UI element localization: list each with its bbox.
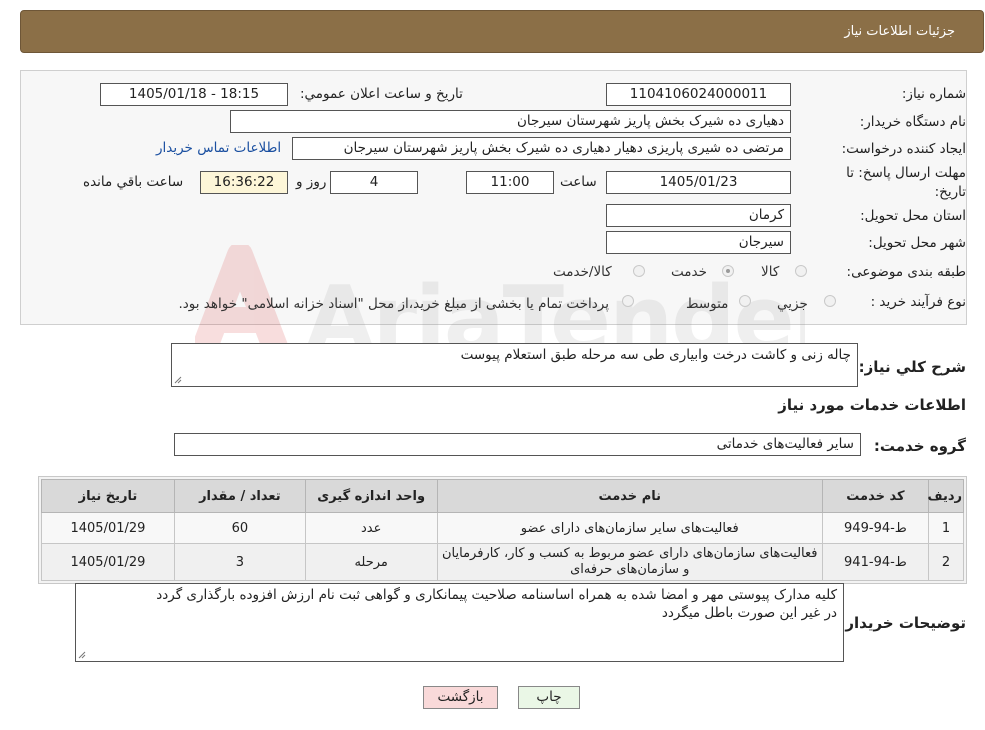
province-field: کرمان xyxy=(606,204,791,227)
purchase-option-medium: متوسط xyxy=(686,296,729,312)
announce-datetime-label: تاریخ و ساعت اعلان عمومي: xyxy=(300,86,463,102)
province-label: استان محل تحویل: xyxy=(860,208,966,224)
cell-unit: عدد xyxy=(304,512,438,544)
service-group-field: سایر فعالیت‌های خدماتی xyxy=(174,433,861,456)
cell-service-name: فعالیت‌های سایر سازمان‌های دارای عضو xyxy=(436,512,823,544)
cell-need-date: 1405/01/29 xyxy=(41,543,175,581)
deadline-date-field: 1405/01/23 xyxy=(606,171,791,194)
category-radio-goods[interactable] xyxy=(795,265,807,277)
need-number-label: شماره نیاز: xyxy=(901,86,966,102)
buyer-notes-line-1: کلیه مدارک پیوستی مهر و امضا شده به همرا… xyxy=(156,587,837,603)
category-option-service: خدمت xyxy=(671,264,707,280)
resize-handle-icon[interactable] xyxy=(78,651,86,659)
table-row: 2 ط-94-941 فعالیت‌های سازمان‌های دارای ع… xyxy=(41,543,965,581)
purchase-treasury-note: پرداخت تمام یا بخشی از مبلغ خرید،از محل … xyxy=(178,296,609,312)
city-label: شهر محل تحویل: xyxy=(868,235,966,251)
buyer-notes-line-2: در غیر این صورت باطل میگردد xyxy=(661,605,837,621)
cell-row-number: 1 xyxy=(927,512,965,544)
cell-need-date: 1405/01/29 xyxy=(41,512,175,544)
cell-quantity: 60 xyxy=(173,512,306,544)
buyer-notes-label: توضیحات خریدار: xyxy=(839,614,966,632)
purchase-type-label: نوع فرآیند خرید : xyxy=(870,294,966,310)
cell-service-code: ط-94-949 xyxy=(821,512,929,544)
category-radio-service[interactable] xyxy=(722,265,734,277)
deadline-label-line1: مهلت ارسال پاسخ: تا xyxy=(846,165,966,181)
category-option-goods-service: کالا/خدمت xyxy=(553,264,612,280)
purchase-radio-treasury[interactable] xyxy=(622,295,634,307)
requester-field: مرتضی ده شیری پاریزی دهیار دهیاری ده شیر… xyxy=(292,137,791,160)
cell-quantity: 3 xyxy=(173,543,306,581)
resize-handle-icon[interactable] xyxy=(174,376,182,384)
need-number-field: 1104106024000011 xyxy=(606,83,791,106)
print-button[interactable]: چاپ xyxy=(518,686,580,709)
buyer-contact-link[interactable]: اطلاعات تماس خریدار xyxy=(156,140,281,156)
description-label: شرح کلي نیاز: xyxy=(858,358,966,376)
deadline-label-line2: تاریخ: xyxy=(934,184,966,200)
category-label: طبقه بندی موضوعی: xyxy=(846,264,966,280)
buyer-org-field: دهیاری ده شیرک بخش پاریز شهرستان سیرجان xyxy=(230,110,791,133)
cell-service-name: فعالیت‌های سازمان‌های دارای عضو مربوط به… xyxy=(436,543,823,581)
col-header-need-date: تاریخ نیاز xyxy=(41,479,175,513)
purchase-option-minor: جزیي xyxy=(777,296,808,312)
deadline-days-field: 4 xyxy=(330,171,418,194)
service-group-label: گروه خدمت: xyxy=(873,437,966,455)
col-header-service-code: کد خدمت xyxy=(821,479,929,513)
purchase-radio-medium[interactable] xyxy=(739,295,751,307)
col-header-unit: واحد اندازه گیری xyxy=(304,479,438,513)
back-button[interactable]: بازگشت xyxy=(423,686,498,709)
page-header: جزئیات اطلاعات نیاز xyxy=(20,10,984,53)
col-header-quantity: تعداد / مقدار xyxy=(173,479,306,513)
table-header-row: ردیف کد خدمت نام خدمت واحد اندازه گیری ت… xyxy=(41,479,965,513)
table-row: 1 ط-94-949 فعالیت‌های سایر سازمان‌های دا… xyxy=(41,512,965,544)
announce-datetime-field: 1405/01/18 - 18:15 xyxy=(100,83,288,106)
remaining-time-label: ساعت باقي مانده xyxy=(83,174,184,190)
deadline-time-label: ساعت xyxy=(560,174,597,190)
category-radio-goods-service[interactable] xyxy=(633,265,645,277)
deadline-days-label: روز و xyxy=(296,174,327,190)
cell-unit: مرحله xyxy=(304,543,438,581)
col-header-row-number: ردیف xyxy=(927,479,965,513)
cell-service-code: ط-94-941 xyxy=(821,543,929,581)
services-table-wrapper: ردیف کد خدمت نام خدمت واحد اندازه گیری ت… xyxy=(38,476,967,584)
col-header-service-name: نام خدمت xyxy=(436,479,823,513)
description-text: چاله زنی و کاشت درخت وابیاری طی سه مرحله… xyxy=(460,347,851,363)
services-table: ردیف کد خدمت نام خدمت واحد اندازه گیری ت… xyxy=(41,479,965,581)
cell-row-number: 2 xyxy=(927,543,965,581)
deadline-time-field: 11:00 xyxy=(466,171,554,194)
category-option-goods: کالا xyxy=(761,264,780,280)
services-section-title: اطلاعات خدمات مورد نیاز xyxy=(778,396,966,414)
buyer-org-label: نام دستگاه خریدار: xyxy=(859,114,966,130)
page-title: جزئیات اطلاعات نیاز xyxy=(844,24,955,39)
city-field: سیرجان xyxy=(606,231,791,254)
remaining-time-field: 16:36:22 xyxy=(200,171,288,194)
requester-label: ایجاد کننده درخواست: xyxy=(841,141,966,157)
purchase-radio-minor[interactable] xyxy=(824,295,836,307)
buyer-notes-textarea[interactable]: کلیه مدارک پیوستی مهر و امضا شده به همرا… xyxy=(75,583,844,662)
description-textarea[interactable]: چاله زنی و کاشت درخت وابیاری طی سه مرحله… xyxy=(171,343,858,387)
